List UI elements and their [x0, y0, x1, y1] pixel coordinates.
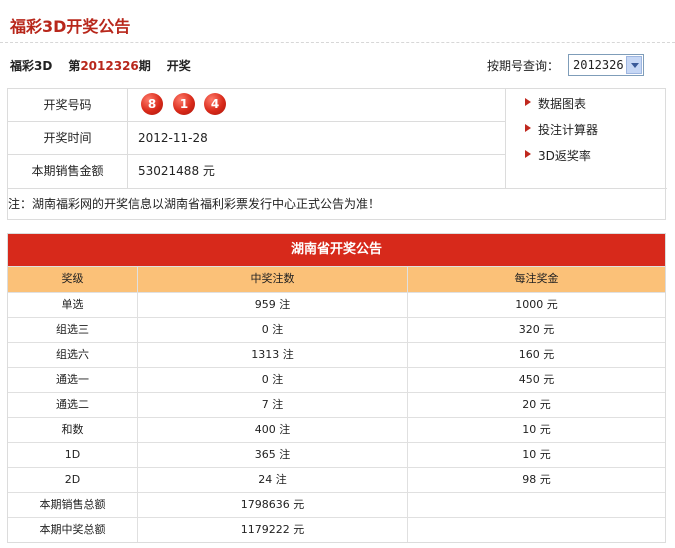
row-level: 组选六 [56, 348, 89, 361]
row-count: 1313 注 [137, 343, 407, 367]
link-return-rate[interactable]: 3D返奖率 [525, 147, 591, 164]
results-column-header: 奖级 中奖注数 每注奖金 [8, 266, 665, 292]
draw-date: 2012-11-28 [138, 131, 208, 145]
row-count: 24 注 [137, 468, 407, 492]
total-sales-empty [407, 493, 665, 517]
row-prize: 450 元 [407, 368, 665, 392]
total-sales-row: 本期销售总额 1798636 元 [8, 492, 665, 517]
col-prize: 每注奖金 [407, 267, 665, 292]
table-row: 通选一 0 注 450 元 [8, 367, 665, 392]
results-table: 湖南省开奖公告 奖级 中奖注数 每注奖金 单选 959 注 1000 元 组选三… [7, 233, 666, 543]
game-name: 福彩3D [10, 59, 53, 73]
row-prize: 10 元 [407, 418, 665, 442]
row-level: 2D [64, 473, 81, 486]
total-prize-label: 本期中奖总额 [39, 523, 106, 536]
row-count: 365 注 [137, 443, 407, 467]
row-level: 1D [64, 448, 81, 461]
notice-text: 注：湖南福彩网的开奖信息以湖南省福利彩票发行中心正式公告为准！ [8, 188, 667, 220]
table-row: 1D 365 注 10 元 [8, 442, 665, 467]
col-count: 中奖注数 [137, 267, 407, 292]
info-row-numbers: 开奖号码 8 1 4 [8, 89, 505, 122]
row-count: 7 注 [137, 393, 407, 417]
info-row-sales: 本期销售金额 53021488 元 [8, 155, 505, 188]
sales-label: 本期销售金额 [8, 155, 128, 188]
issue-suffix: 期 [138, 59, 151, 73]
row-count: 959 注 [137, 293, 407, 317]
row-level: 组选三 [56, 323, 89, 336]
col-level: 奖级 [61, 272, 84, 285]
ball-2: 1 [173, 93, 195, 115]
row-prize: 160 元 [407, 343, 665, 367]
row-level: 通选二 [56, 398, 89, 411]
table-row: 组选六 1313 注 160 元 [8, 342, 665, 367]
issue-number: 2012326 [80, 59, 139, 73]
date-label: 开奖时间 [8, 122, 128, 154]
issue-select-value: 2012326 [573, 58, 624, 72]
row-prize: 98 元 [407, 468, 665, 492]
row-level: 和数 [61, 423, 84, 436]
quick-links: 数据图表 投注计算器 3D返奖率 [505, 89, 665, 188]
link-bet-calculator[interactable]: 投注计算器 [524, 121, 598, 138]
issue-search-label: 按期号查询： [487, 59, 560, 73]
row-count: 0 注 [137, 368, 407, 392]
info-row-date: 开奖时间 2012-11-28 [8, 122, 505, 155]
title-divider [0, 42, 675, 43]
ball-3: 4 [204, 93, 226, 115]
row-prize: 20 元 [407, 393, 665, 417]
table-row: 通选二 7 注 20 元 [8, 392, 665, 417]
table-row: 和数 400 注 10 元 [8, 417, 665, 442]
chevron-down-icon[interactable] [626, 56, 642, 74]
total-prize-empty [407, 518, 665, 542]
row-prize: 1000 元 [407, 293, 665, 317]
row-prize: 320 元 [407, 318, 665, 342]
row-prize: 10 元 [407, 443, 665, 467]
total-prize-row: 本期中奖总额 1179222 元 [8, 517, 665, 542]
row-count: 0 注 [137, 318, 407, 342]
numbers-label: 开奖号码 [8, 89, 128, 121]
table-row: 组选三 0 注 320 元 [8, 317, 665, 342]
draw-info-line: 福彩3D 第2012326期 开奖 [10, 57, 191, 74]
total-prize-value: 1179222 元 [137, 518, 407, 542]
draw-info-box: 开奖号码 8 1 4 开奖时间 2012-11-28 本期销售金额 530214… [7, 88, 667, 220]
table-row: 单选 959 注 1000 元 [8, 292, 665, 317]
row-level: 单选 [61, 298, 84, 311]
total-sales-label: 本期销售总额 [39, 498, 106, 511]
draw-status: 开奖 [166, 59, 191, 73]
row-level: 通选一 [56, 373, 89, 386]
total-sales-value: 1798636 元 [137, 493, 407, 517]
link-data-chart[interactable]: 数据图表 [524, 95, 586, 112]
results-title: 湖南省开奖公告 [8, 234, 665, 266]
issue-select[interactable]: 2012326 [568, 54, 644, 76]
ball-1: 8 [141, 93, 163, 115]
issue-prefix: 第 [68, 59, 81, 73]
table-row: 2D 24 注 98 元 [8, 467, 665, 492]
row-count: 400 注 [137, 418, 407, 442]
sales-amount: 53021488 元 [138, 164, 215, 178]
page-title: 福彩3D开奖公告 [10, 17, 131, 36]
